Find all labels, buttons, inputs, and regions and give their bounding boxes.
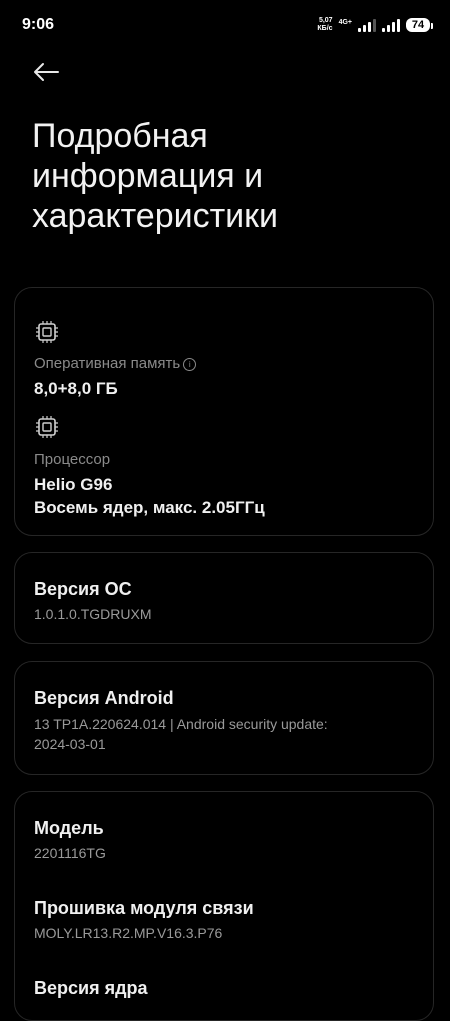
arrow-left-icon <box>34 63 59 81</box>
network-speed: 5,07 КБ/с <box>317 17 332 33</box>
status-time: 9:06 <box>22 16 55 33</box>
ram-label[interactable]: Оперативная память i <box>34 355 197 372</box>
network-speed-unit: КБ/с <box>317 25 333 32</box>
os-version-value: 1.0.1.0.TGDRUXM <box>34 606 152 622</box>
cpu-detail: Восемь ядер, макс. 2.05ГГц <box>34 498 265 517</box>
ram-value: 8,0+8,0 ГБ <box>34 379 118 398</box>
kernel-title: Версия ядра <box>34 978 148 998</box>
status-icons: 5,07 КБ/с 4G+ 74 <box>317 14 433 36</box>
baseband-value: MOLY.LR13.R2.MP.V16.3.P76 <box>34 925 223 941</box>
back-button[interactable] <box>28 54 64 90</box>
processor-icon <box>36 416 58 438</box>
cpu-model: Helio G96 <box>34 475 113 494</box>
android-version-value-line-1: 13 TP1A.220624.014 | Android security up… <box>34 716 328 732</box>
os-version-title: Версия ОС <box>34 579 132 599</box>
android-version-card[interactable]: Версия Android 13 TP1A.220624.014 | Andr… <box>14 661 434 775</box>
info-icon[interactable]: i <box>183 358 197 371</box>
model-value: 2201116TG <box>34 845 106 861</box>
model-title: Модель <box>34 818 104 838</box>
signal-icon <box>358 18 376 32</box>
model-card: Модель 2201116TG Прошивка модуля связи M… <box>14 791 434 1021</box>
baseband-title: Прошивка модуля связи <box>34 898 254 918</box>
android-version-value-line-2: 2024-03-01 <box>34 736 106 752</box>
status-bar: 9:06 5,07 КБ/с 4G+ 74 <box>0 0 450 52</box>
battery-icon: 74 <box>406 18 433 32</box>
network-speed-value: 5,07 <box>318 17 333 24</box>
page-title-line-3: характеристики <box>32 197 279 235</box>
specs-card: Оперативная память i 8,0+8,0 ГБ Процессор… <box>14 287 434 536</box>
cpu-label: Процессор <box>34 451 111 468</box>
page-title-line-1: Подробная <box>32 117 208 155</box>
page-title-line-2: информация и <box>32 157 264 195</box>
network-type: 4G+ <box>338 18 352 26</box>
os-version-card[interactable]: Версия ОС 1.0.1.0.TGDRUXM <box>14 552 434 644</box>
ram-label-text: Оперативная память <box>34 355 181 372</box>
page-title: Подробная информация и характеристики <box>32 116 432 236</box>
chip-icon <box>36 321 58 343</box>
signal-icon-2 <box>382 18 400 32</box>
android-version-title: Версия Android <box>34 688 174 708</box>
